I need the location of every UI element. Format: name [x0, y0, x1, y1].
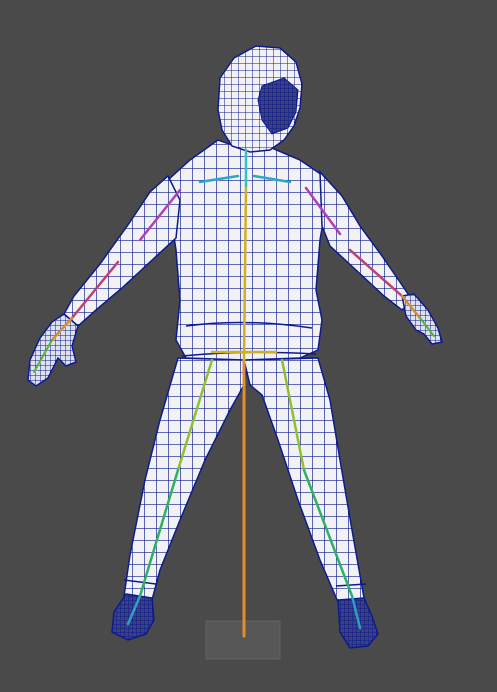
right-arm-mesh[interactable] [319, 169, 413, 311]
left-leg-mesh[interactable] [123, 357, 249, 601]
left-arm-mesh[interactable] [63, 174, 181, 327]
3d-viewport[interactable] [0, 0, 497, 692]
right-leg-mesh[interactable] [243, 357, 365, 603]
left-shoe-mesh[interactable] [111, 593, 155, 641]
left-hand-mesh[interactable] [27, 313, 79, 387]
viewport-canvas[interactable] [0, 0, 497, 692]
character-mesh[interactable] [27, 45, 443, 649]
